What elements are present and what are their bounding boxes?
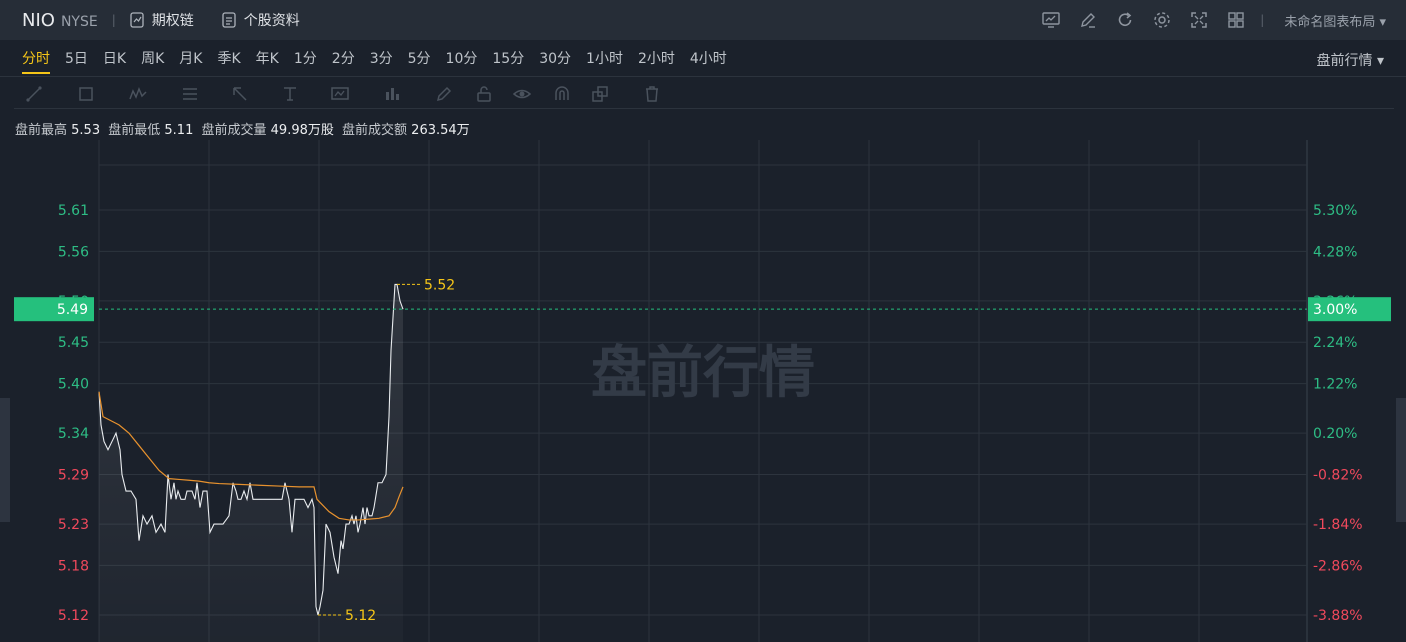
left-panel-handle[interactable]: [0, 398, 10, 522]
document-icon: [222, 12, 236, 28]
stock-symbol: NIO: [22, 9, 55, 31]
period-tab[interactable]: 2分: [332, 48, 355, 74]
fullscreen-icon[interactable]: [1189, 10, 1209, 30]
low-marker-label: 5.12: [345, 608, 376, 624]
period-tab[interactable]: 5分: [408, 48, 431, 74]
options-chain-icon: [130, 12, 144, 28]
edit-icon[interactable]: [1078, 10, 1098, 30]
period-tab[interactable]: 4小时: [690, 48, 727, 74]
period-tab[interactable]: 2小时: [638, 48, 675, 74]
period-tab[interactable]: 分时: [22, 48, 50, 74]
text-tool-icon[interactable]: [280, 84, 300, 104]
y-tick-label-right: 2.24%: [1313, 335, 1357, 351]
volume-label: 盘前成交量: [201, 123, 267, 138]
y-tick-label-left: 5.40: [58, 377, 89, 393]
pencil-icon[interactable]: [434, 84, 454, 104]
lock-icon[interactable]: [474, 84, 494, 104]
y-tick-label-right: 4.28%: [1313, 244, 1357, 260]
header-toolbar: | 未命名图表布局 ▾: [1024, 0, 1386, 40]
y-tick-label-right: -2.86%: [1313, 558, 1363, 574]
y-tick-label-left: 5.18: [58, 558, 89, 574]
drawing-toolbar: [14, 80, 1394, 109]
turnover-label: 盘前成交额: [342, 123, 408, 138]
period-tab[interactable]: 周K: [141, 48, 164, 74]
period-tab[interactable]: 30分: [539, 48, 571, 74]
y-tick-label-left: 5.34: [58, 426, 89, 442]
y-tick-label-left: 5.29: [58, 467, 89, 483]
high-label: 盘前最高: [15, 123, 68, 138]
line-tool-icon[interactable]: [24, 84, 44, 104]
high-marker-label: 5.52: [424, 277, 455, 293]
volume-value: 49.98万股: [270, 123, 334, 138]
pattern-tool-icon[interactable]: [128, 84, 148, 104]
rectangle-tool-icon[interactable]: [76, 84, 96, 104]
y-tick-label-left: 5.23: [58, 517, 89, 533]
chart-monitor-icon[interactable]: [1041, 10, 1061, 30]
exchange-label: NYSE: [60, 13, 98, 30]
turnover-value: 263.54万: [411, 123, 470, 138]
eye-icon[interactable]: [512, 84, 532, 104]
header-divider: |: [111, 13, 116, 27]
period-bar: 分时 5日 日K 周K 月K 季K 年K 1分 2分 3分 5分 10分 15分 30分 1小时 2小时 4小时…: [0, 40, 1406, 77]
premarket-stats: 盘前最高 5.53 盘前最低 5.11 盘前成交量 49.98万股 盘前成交额 …: [15, 119, 474, 138]
stock-profile-label: 个股资料: [243, 13, 300, 29]
chart-watermark: 盘前行情: [591, 341, 815, 406]
indicator-icon[interactable]: [382, 84, 402, 104]
current-price-label: 5.49: [57, 302, 88, 318]
layers-icon[interactable]: [590, 84, 610, 104]
period-tab[interactable]: 10分: [446, 48, 478, 74]
arrow-tool-icon[interactable]: [230, 84, 250, 104]
period-tabs: 分时 5日 日K 周K 月K 季K 年K 1分 2分 3分 5分 10分 15分 30分 1小时 2小时 4小时: [22, 48, 742, 74]
period-tab[interactable]: 5日: [65, 48, 88, 74]
period-tab[interactable]: 日K: [103, 48, 126, 74]
period-tab[interactable]: 月K: [179, 48, 202, 74]
current-pct-label: 3.00%: [1313, 302, 1357, 318]
options-chain-label: 期权链: [151, 13, 194, 29]
refresh-icon[interactable]: [1115, 10, 1135, 30]
y-tick-label-left: 5.45: [58, 335, 89, 351]
measure-tool-icon[interactable]: [330, 84, 350, 104]
y-tick-label-right: -0.82%: [1313, 467, 1363, 483]
y-tick-label-right: 5.30%: [1313, 203, 1357, 219]
settings-icon[interactable]: [1152, 10, 1172, 30]
y-tick-label-right: 0.20%: [1313, 426, 1357, 442]
period-tab[interactable]: 15分: [492, 48, 524, 74]
high-value: 5.53: [71, 123, 101, 138]
period-tab[interactable]: 季K: [217, 48, 240, 74]
stock-profile-button[interactable]: 个股资料: [222, 10, 300, 30]
period-tab[interactable]: 1小时: [586, 48, 623, 74]
y-tick-label-right: 1.22%: [1313, 377, 1357, 393]
y-tick-label-left: 5.56: [58, 244, 89, 260]
period-tab[interactable]: 1分: [294, 48, 317, 74]
fib-tool-icon[interactable]: [180, 84, 200, 104]
layout-selector[interactable]: 未命名图表布局 ▾: [1284, 11, 1386, 30]
y-tick-label-left: 5.12: [58, 608, 89, 624]
y-tick-label-left: 5.61: [58, 203, 89, 219]
magnet-icon[interactable]: [552, 84, 572, 104]
low-label: 盘前最低: [108, 123, 161, 138]
y-tick-label-right: -1.84%: [1313, 517, 1363, 533]
session-selector[interactable]: 盘前行情 ▾: [1317, 50, 1384, 70]
price-area: [99, 284, 403, 642]
grid-layout-icon[interactable]: [1226, 10, 1246, 30]
y-tick-label-right: -3.88%: [1313, 608, 1363, 624]
period-tab[interactable]: 年K: [256, 48, 279, 74]
trash-icon[interactable]: [642, 84, 662, 104]
options-chain-button[interactable]: 期权链: [130, 10, 194, 30]
top-header: NIO NYSE | 期权链 个股资料 | 未命名图表布局 ▾: [0, 0, 1406, 40]
toolbar-divider: |: [1260, 13, 1265, 27]
right-panel-handle[interactable]: [1396, 398, 1406, 522]
low-value: 5.11: [164, 123, 194, 138]
price-chart[interactable]: 5.615.30%5.564.28%5.503.26%5.452.24%5.40…: [0, 140, 1406, 642]
period-tab[interactable]: 3分: [370, 48, 393, 74]
